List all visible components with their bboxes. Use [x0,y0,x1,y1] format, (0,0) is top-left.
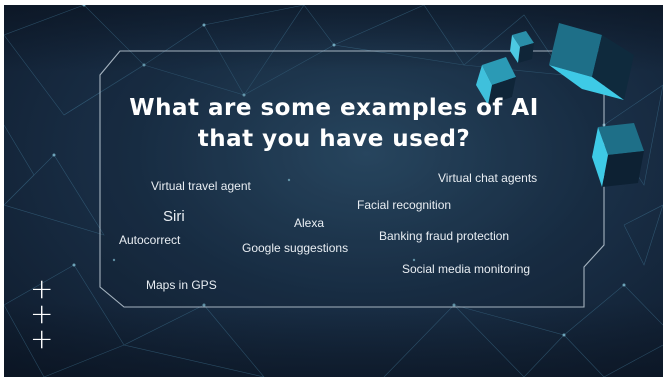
example-alexa: Alexa [294,216,325,230]
example-virtual-chat-agents: Virtual chat agents [438,171,538,185]
example-virtual-travel-agent: Virtual travel agent [151,179,251,193]
example-banking-fraud-protection: Banking fraud protection [379,229,510,243]
slide-title: What are some examples of AI that you ha… [129,95,539,152]
example-facial-recognition: Facial recognition [357,198,452,212]
presentation-slide: What are some examples of AI that you ha… [4,5,663,377]
example-social-media-monitoring: Social media monitoring [402,262,531,276]
cube-right-decoration [592,123,644,187]
example-autocorrect: Autocorrect [119,233,181,247]
example-siri: Siri [163,208,185,225]
example-maps-in-gps: Maps in GPS [146,278,217,292]
example-google-suggestions: Google suggestions [242,241,349,255]
plus-mark: + [30,322,54,355]
network-mesh-decoration [4,5,663,377]
